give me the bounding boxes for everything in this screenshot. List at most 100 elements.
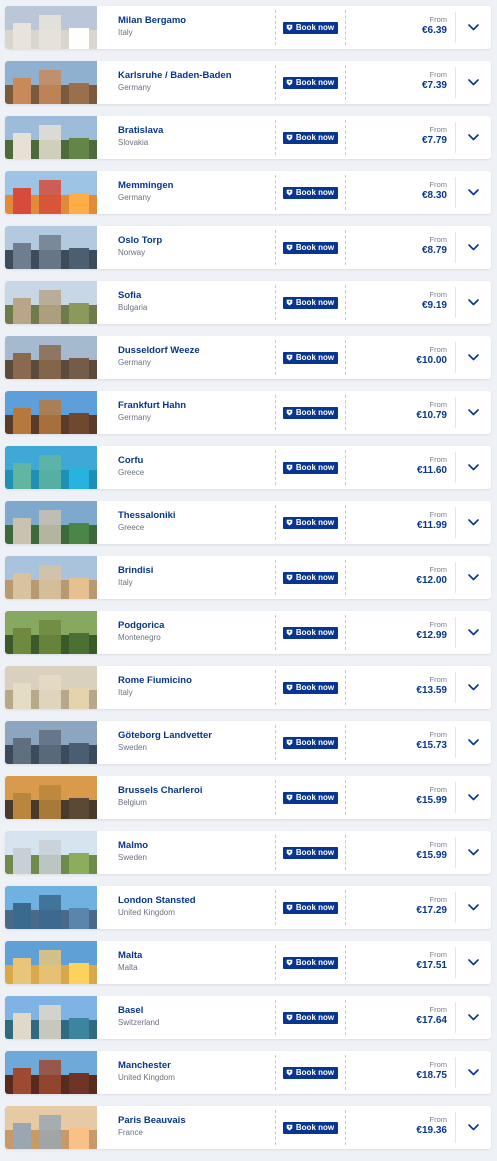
destination-card[interactable]: Thessaloniki Greece Book now From €11.99 (5, 501, 491, 544)
destination-city: Dusseldorf Weeze (118, 345, 200, 356)
destination-photo (5, 6, 97, 49)
expand-toggle[interactable] (455, 12, 491, 43)
book-now-label: Book now (295, 462, 335, 472)
book-now-button[interactable]: Book now (282, 791, 339, 804)
book-now-button[interactable]: Book now (282, 516, 339, 529)
expand-toggle[interactable] (455, 287, 491, 318)
destination-card[interactable]: Milan Bergamo Italy Book now From €6.39 (5, 6, 491, 49)
expand-toggle[interactable] (455, 727, 491, 758)
destination-info: Sofia Bulgaria (97, 281, 275, 324)
book-now-label: Book now (295, 1012, 335, 1022)
book-now-button[interactable]: Book now (282, 406, 339, 419)
destination-card[interactable]: Memmingen Germany Book now From €8.30 (5, 171, 491, 214)
expand-toggle[interactable] (455, 232, 491, 263)
destination-card[interactable]: Corfu Greece Book now From €11.60 (5, 446, 491, 489)
expand-toggle[interactable] (455, 892, 491, 923)
destination-city: Göteborg Landvetter (118, 730, 212, 741)
book-now-button[interactable]: Book now (282, 681, 339, 694)
from-label: From (429, 455, 448, 464)
expand-toggle[interactable] (455, 672, 491, 703)
book-now-button[interactable]: Book now (282, 131, 339, 144)
destination-card[interactable]: Karlsruhe / Baden-Baden Germany Book now Fr… (5, 61, 491, 104)
destination-photo (5, 501, 97, 544)
book-now-button[interactable]: Book now (282, 1011, 339, 1024)
destination-card[interactable]: Malmo Sweden Book now From €15.99 (5, 831, 491, 874)
from-label: From (429, 785, 448, 794)
book-now-button[interactable]: Book now (282, 351, 339, 364)
book-now-button[interactable]: Book now (282, 571, 339, 584)
chevron-down-icon (468, 299, 479, 306)
destination-card[interactable]: Brindisi Italy Book now From €12.00 (5, 556, 491, 599)
from-label: From (429, 730, 448, 739)
destination-city: Corfu (118, 455, 144, 466)
chevron-down-icon (468, 1014, 479, 1021)
destination-card[interactable]: Oslo Torp Norway Book now From €8.79 (5, 226, 491, 269)
price-amount: €17.51 (416, 960, 447, 971)
destination-country: Germany (118, 193, 151, 202)
destination-card[interactable]: London Stansted United Kingdom Book now Fro… (5, 886, 491, 929)
book-now-button[interactable]: Book now (282, 296, 339, 309)
destination-photo (5, 941, 97, 984)
destination-card[interactable]: Brussels Charleroi Belgium Book now From €15… (5, 776, 491, 819)
price-tag-icon (286, 464, 293, 471)
expand-toggle[interactable] (455, 562, 491, 593)
book-cell: Book now (276, 6, 345, 49)
destination-city: Paris Beauvais (118, 1115, 186, 1126)
destination-card[interactable]: Bratislava Slovakia Book now From €7.79 (5, 116, 491, 159)
destination-card[interactable]: Paris Beauvais France Book now From €19.36 (5, 1106, 491, 1149)
expand-toggle[interactable] (455, 67, 491, 98)
expand-toggle[interactable] (455, 1112, 491, 1143)
fare-price: From €19.36 (346, 1106, 455, 1149)
destination-photo (5, 116, 97, 159)
book-now-button[interactable]: Book now (282, 1121, 339, 1134)
destination-card[interactable]: Sofia Bulgaria Book now From €9.19 (5, 281, 491, 324)
expand-toggle[interactable] (455, 177, 491, 208)
expand-toggle[interactable] (455, 452, 491, 483)
from-label: From (429, 895, 448, 904)
book-now-button[interactable]: Book now (282, 76, 339, 89)
book-now-button[interactable]: Book now (282, 186, 339, 199)
destination-card[interactable]: Manchester United Kingdom Book now From €18.… (5, 1051, 491, 1094)
book-now-button[interactable]: Book now (282, 901, 339, 914)
fare-price: From €17.29 (346, 886, 455, 929)
price-tag-icon (286, 629, 293, 636)
expand-toggle[interactable] (455, 837, 491, 868)
book-now-button[interactable]: Book now (282, 956, 339, 969)
price-tag-icon (286, 79, 293, 86)
book-now-button[interactable]: Book now (282, 1066, 339, 1079)
expand-toggle[interactable] (455, 342, 491, 373)
book-now-label: Book now (295, 902, 335, 912)
book-cell: Book now (276, 391, 345, 434)
expand-toggle[interactable] (455, 397, 491, 428)
expand-toggle[interactable] (455, 1002, 491, 1033)
destination-card[interactable]: Dusseldorf Weeze Germany Book now From €10.0… (5, 336, 491, 379)
destination-card[interactable]: Frankfurt Hahn Germany Book now From €10.79 (5, 391, 491, 434)
fare-price: From €7.39 (346, 61, 455, 104)
destination-card[interactable]: Malta Malta Book now From €17.51 (5, 941, 491, 984)
book-now-button[interactable]: Book now (282, 241, 339, 254)
destination-city: Memmingen (118, 180, 174, 191)
book-now-button[interactable]: Book now (282, 626, 339, 639)
destination-country: Greece (118, 468, 145, 477)
price-tag-icon (286, 354, 293, 361)
expand-toggle[interactable] (455, 507, 491, 538)
destination-country: Germany (118, 413, 151, 422)
book-now-button[interactable]: Book now (282, 461, 339, 474)
book-cell: Book now (276, 61, 345, 104)
book-now-button[interactable]: Book now (282, 736, 339, 749)
fare-price: From €12.00 (346, 556, 455, 599)
destination-card[interactable]: Rome Fiumicino Italy Book now From €13.59 (5, 666, 491, 709)
price-tag-icon (286, 24, 293, 31)
book-now-button[interactable]: Book now (282, 846, 339, 859)
destination-card[interactable]: Podgorica Montenegro Book now From €12.99 (5, 611, 491, 654)
expand-toggle[interactable] (455, 1057, 491, 1088)
expand-toggle[interactable] (455, 617, 491, 648)
expand-toggle[interactable] (455, 947, 491, 978)
destination-card[interactable]: Göteborg Landvetter Sweden Book now From €15… (5, 721, 491, 764)
price-tag-icon (286, 134, 293, 141)
destination-info: Karlsruhe / Baden-Baden Germany (97, 61, 275, 104)
expand-toggle[interactable] (455, 122, 491, 153)
book-now-button[interactable]: Book now (282, 21, 339, 34)
destination-card[interactable]: Basel Switzerland Book now From €17.64 (5, 996, 491, 1039)
expand-toggle[interactable] (455, 782, 491, 813)
